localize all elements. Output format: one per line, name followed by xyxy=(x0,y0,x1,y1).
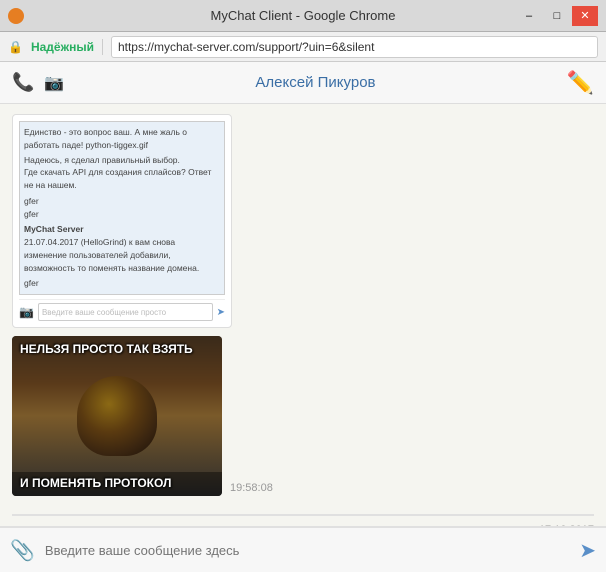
window-controls: – □ ✕ xyxy=(516,6,598,26)
meme-bg: НЕЛЬЗЯ ПРОСТО ТАК ВЗЯТЬ И ПОМЕНЯТЬ ПРОТО… xyxy=(12,336,222,496)
close-button[interactable]: ✕ xyxy=(572,6,598,26)
screenshot-camera-icon: 📷 xyxy=(19,305,34,319)
address-bar: 🔒 Надёжный https://mychat-server.com/sup… xyxy=(0,32,606,62)
screenshot-text-6: MyChat Server xyxy=(24,223,220,236)
screenshot-text-8: gfer xyxy=(24,277,220,290)
screenshot-text-4: gfer xyxy=(24,195,220,208)
meme-message-row: НЕЛЬЗЯ ПРОСТО ТАК ВЗЯТЬ И ПОМЕНЯТЬ ПРОТО… xyxy=(12,336,594,496)
screenshot-send-icon: ➤ xyxy=(217,307,225,318)
title-bar: MyChat Client - Google Chrome – □ ✕ xyxy=(0,0,606,32)
app-window: MyChat Client - Google Chrome – □ ✕ 🔒 На… xyxy=(0,0,606,572)
screenshot-text-1: Единство - это вопрос ваш. А мне жаль о … xyxy=(24,126,220,152)
screenshot-text-3: Где скачать API для создания сплайсов? О… xyxy=(24,166,220,192)
chat-header: 📞 📷 Алексей Пикуров ✏️ xyxy=(0,62,606,104)
chat-body: Единство - это вопрос ваш. А мне жаль о … xyxy=(0,104,606,526)
attach-icon[interactable]: 📎 xyxy=(10,538,35,563)
screenshot-bottom: 📷 Введите ваше сообщение просто ➤ xyxy=(19,299,225,321)
screenshot-text-2: Надеюсь, я сделал правильный выбор. xyxy=(24,154,220,167)
secure-label: Надёжный xyxy=(31,40,94,54)
contact-name: Алексей Пикуров xyxy=(255,74,375,91)
meme-person xyxy=(77,376,157,456)
meme-top-text: НЕЛЬЗЯ ПРОСТО ТАК ВЗЯТЬ xyxy=(12,336,222,362)
app-icon xyxy=(8,8,24,24)
file-message-row: gifer 📄 java-to-mychat.zip ⬇ (27.58 Kb) … xyxy=(12,514,594,526)
screenshot-preview: Единство - это вопрос ваш. А мне жаль о … xyxy=(19,121,225,295)
send-icon[interactable]: ➤ xyxy=(579,538,596,563)
phone-icon[interactable]: 📞 xyxy=(12,72,34,93)
screenshot-input-mock: Введите ваше сообщение просто xyxy=(38,303,213,321)
chat-input-area: 📎 ➤ xyxy=(0,526,606,572)
url-input[interactable]: https://mychat-server.com/support/?uin=6… xyxy=(111,36,598,58)
url-text: https://mychat-server.com/support/?uin=6… xyxy=(118,40,374,54)
screenshot-message-row: Единство - это вопрос ваш. А мне жаль о … xyxy=(12,114,594,328)
message-input[interactable] xyxy=(45,543,569,558)
video-icon[interactable]: 📷 xyxy=(44,73,64,93)
edit-icon[interactable]: ✏️ xyxy=(567,70,594,96)
screenshot-text-5: gfer xyxy=(24,208,220,221)
screenshot-bubble: Единство - это вопрос ваш. А мне жаль о … xyxy=(12,114,232,328)
meme-timestamp: 19:58:08 xyxy=(230,482,273,496)
address-divider xyxy=(102,39,103,55)
minimize-button[interactable]: – xyxy=(516,6,542,26)
meme-image: НЕЛЬЗЯ ПРОСТО ТАК ВЗЯТЬ И ПОМЕНЯТЬ ПРОТО… xyxy=(12,336,222,496)
title-bar-left xyxy=(8,8,24,24)
maximize-button[interactable]: □ xyxy=(544,6,570,26)
header-icons: 📞 📷 xyxy=(12,72,64,93)
screenshot-text-7: 21.07.04.2017 (HelloGrind) к вам снова и… xyxy=(24,236,220,274)
lock-icon: 🔒 xyxy=(8,40,23,54)
meme-bottom-text: И ПОМЕНЯТЬ ПРОТОКОЛ xyxy=(12,472,222,496)
